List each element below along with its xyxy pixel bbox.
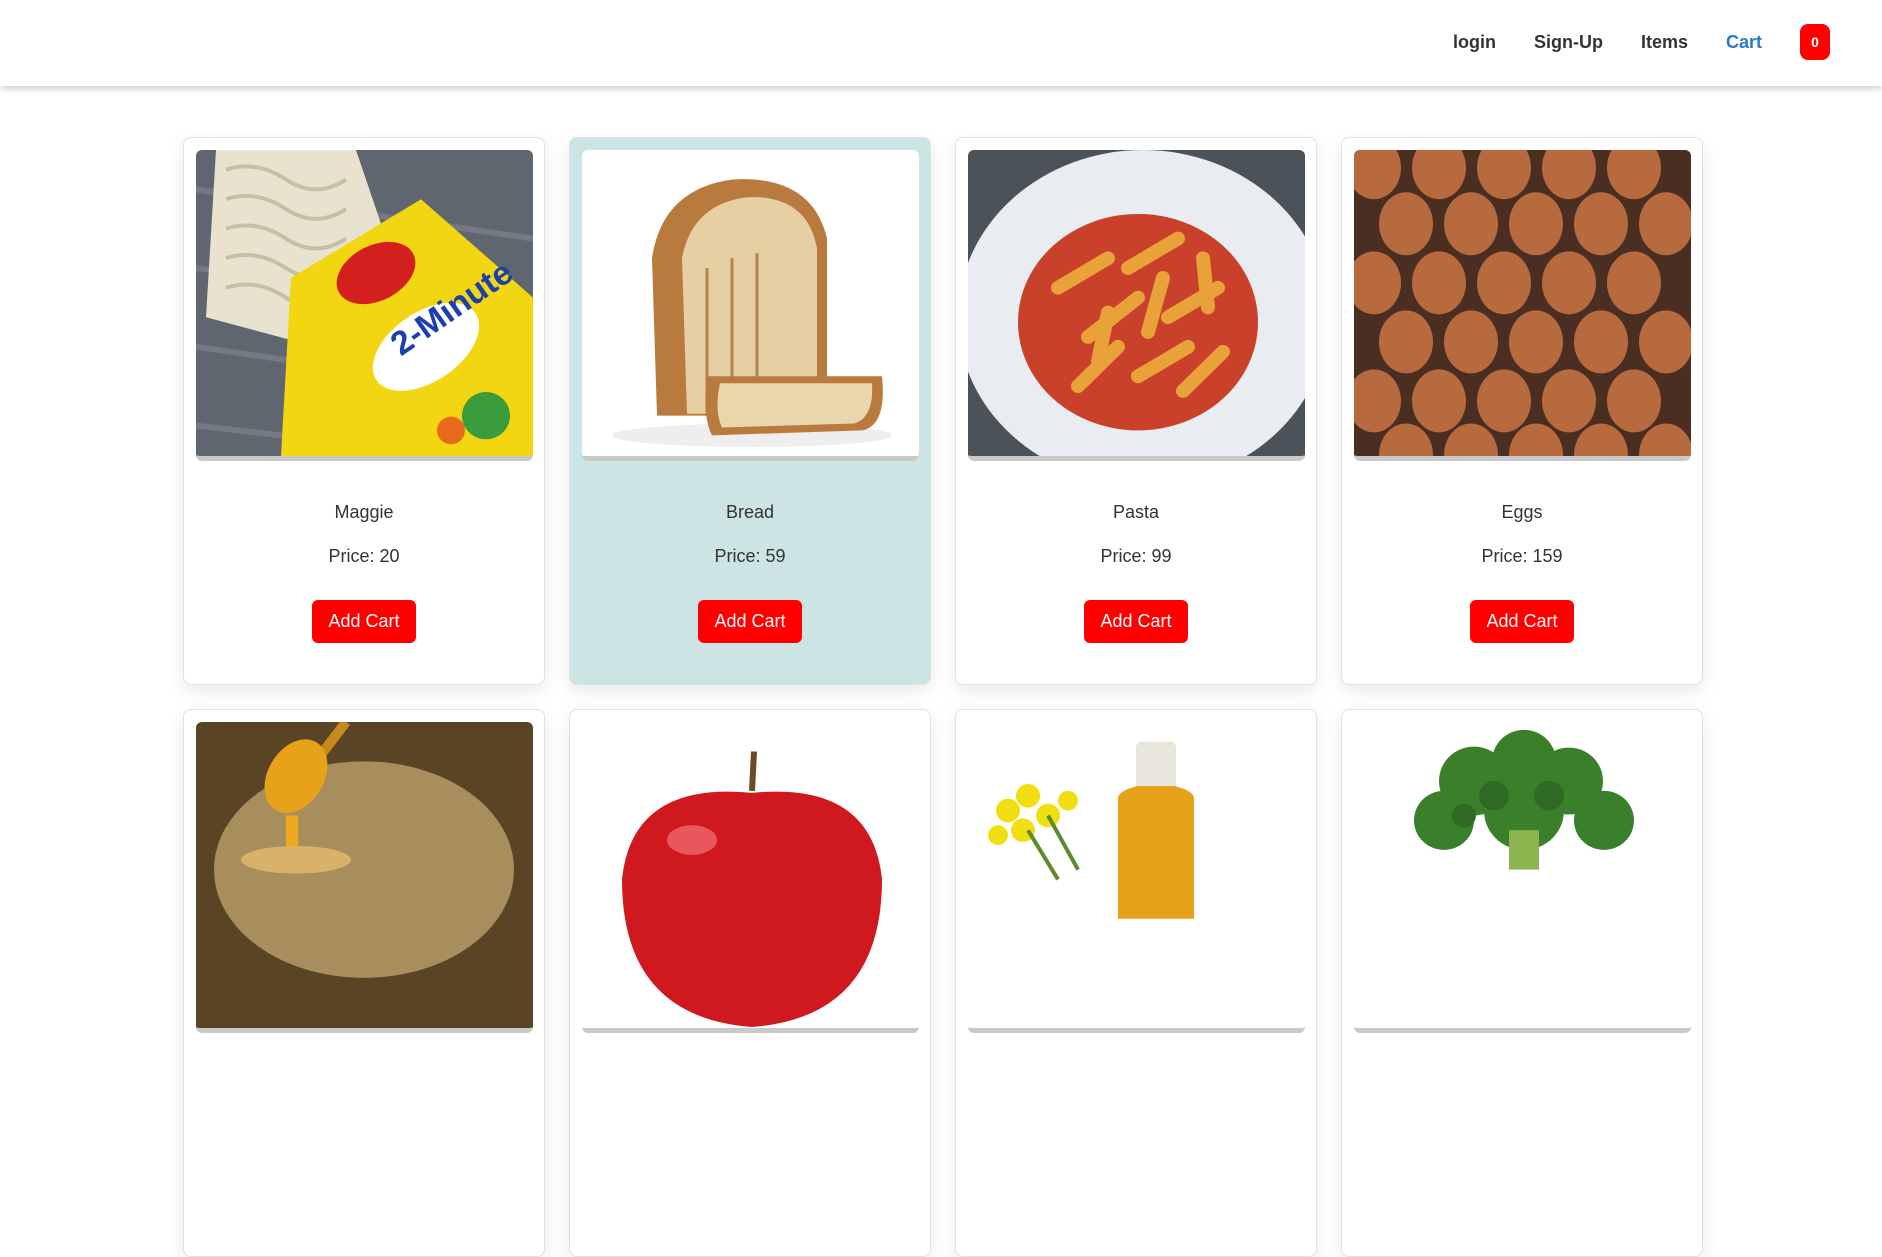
oil-image: [968, 722, 1305, 1033]
apple-image: [582, 722, 919, 1033]
bread-image: [582, 150, 919, 461]
broccoli-image: [1354, 722, 1691, 1033]
product-card: [183, 709, 545, 1257]
product-card: 2-Minute Maggie Price: 20 Add Cart: [183, 137, 545, 685]
product-name: Pasta: [1112, 502, 1160, 522]
product-grid: 2-Minute Maggie Price: 20 Add Cart Bread…: [183, 137, 1705, 1257]
product-name: Maggie: [334, 502, 394, 522]
nav-items-link[interactable]: Items: [1641, 32, 1688, 53]
nav-links: login Sign-Up Items Cart 0: [1415, 22, 1830, 62]
eggs-image: [1354, 150, 1691, 461]
add-cart-button[interactable]: Add Cart: [1084, 600, 1188, 643]
maggi-noodles-image: 2-Minute: [196, 150, 533, 461]
product-card: Eggs Price: 159 Add Cart: [1341, 137, 1703, 685]
product-name: Eggs: [1501, 502, 1543, 522]
product-card: Pasta Price: 99 Add Cart: [955, 137, 1317, 685]
product-price: Price: 159: [1481, 546, 1563, 566]
product-card: [1341, 709, 1703, 1257]
cart-count-badge[interactable]: 0: [1800, 24, 1830, 60]
product-card: Bread Price: 59 Add Cart: [569, 137, 931, 685]
pasta-image: [968, 150, 1305, 461]
product-price: Price: 20: [328, 546, 400, 566]
add-cart-button[interactable]: Add Cart: [698, 600, 802, 643]
add-cart-button[interactable]: Add Cart: [1470, 600, 1574, 643]
nav-signup-link[interactable]: Sign-Up: [1534, 32, 1603, 53]
nav-cart-link[interactable]: Cart: [1726, 32, 1762, 53]
product-card: [569, 709, 931, 1257]
nav-login-link[interactable]: login: [1453, 32, 1496, 53]
navbar: login Sign-Up Items Cart 0: [0, 0, 1882, 86]
add-cart-button[interactable]: Add Cart: [312, 600, 416, 643]
product-card: [955, 709, 1317, 1257]
product-price: Price: 59: [714, 546, 786, 566]
honey-image: [196, 722, 533, 1033]
product-price: Price: 99: [1100, 546, 1172, 566]
product-name: Bread: [725, 502, 775, 522]
